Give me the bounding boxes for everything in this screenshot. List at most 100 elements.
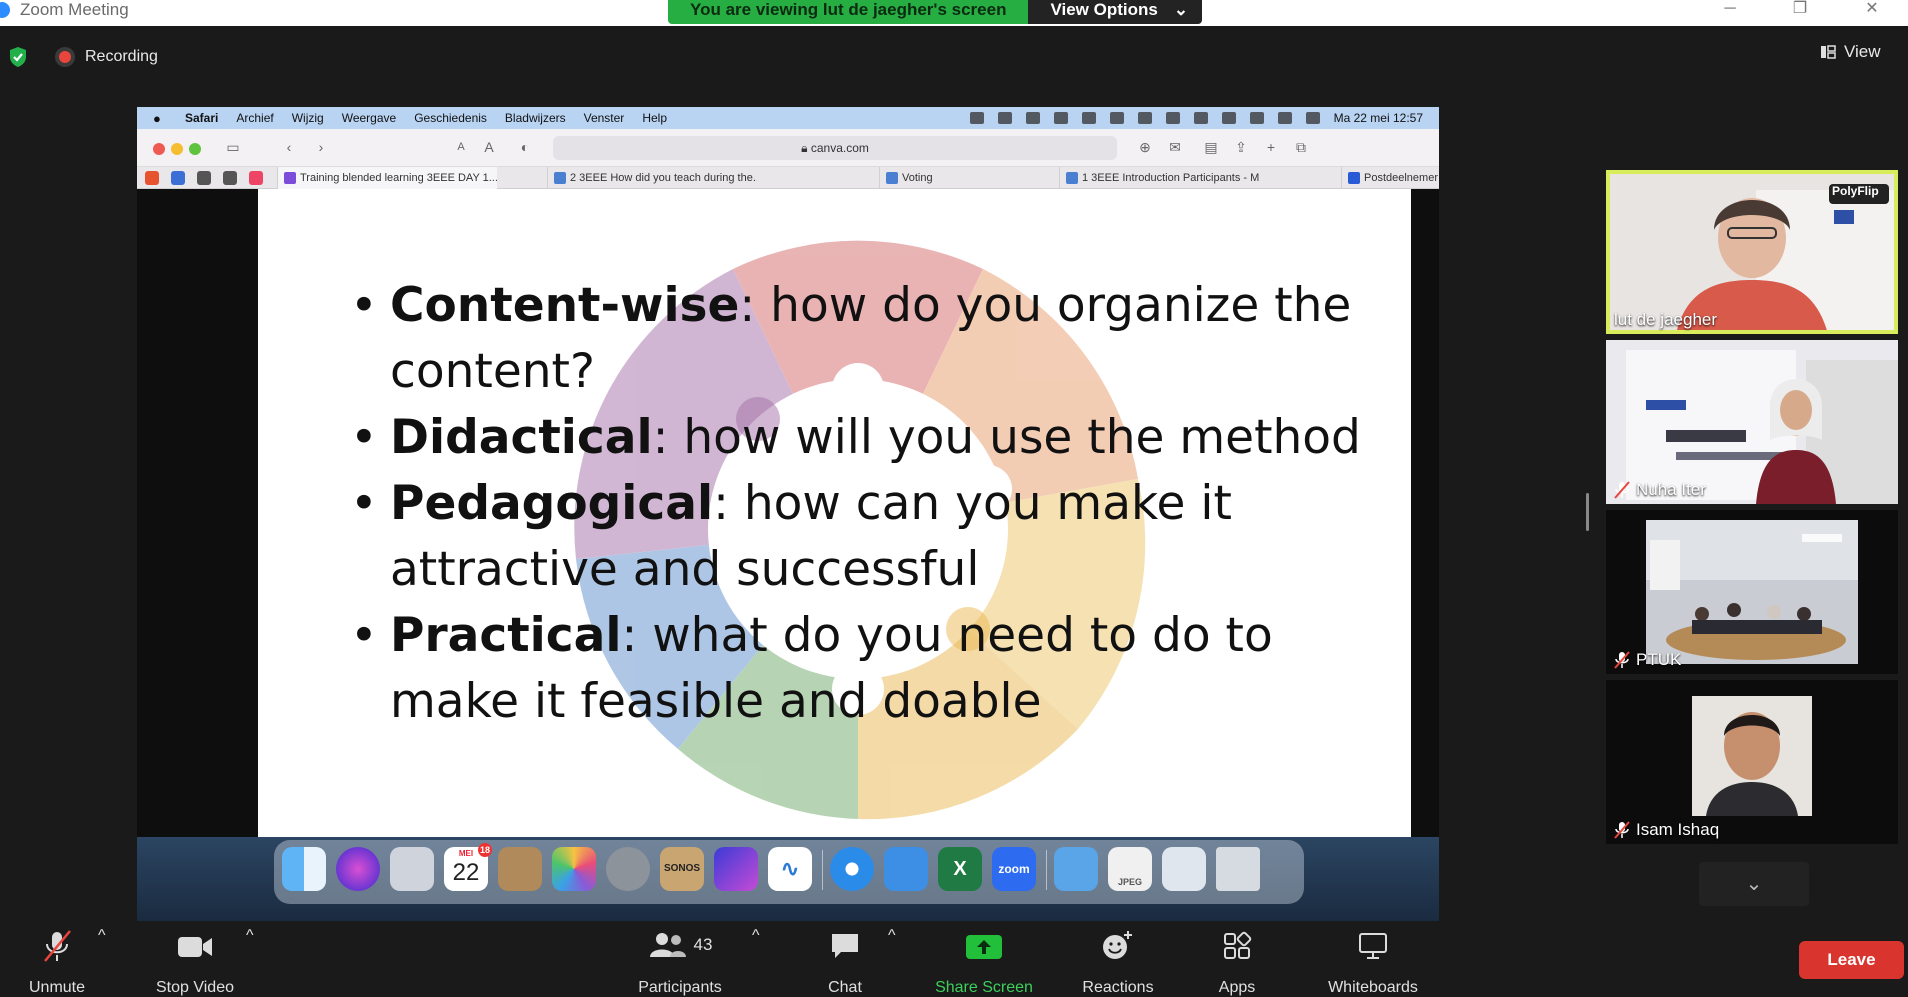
clock-icon [1221, 112, 1236, 124]
mentimeter-icon [1066, 172, 1078, 184]
participant-tile[interactable]: PolyFlip lut de jaegher [1606, 170, 1898, 334]
menu-archief: Archief [236, 111, 274, 125]
tray-icon [997, 112, 1012, 124]
chevron-down-icon: ⌄ [1745, 873, 1763, 895]
video-camera-icon [178, 937, 212, 957]
menu-geschiedenis: Geschiedenis [414, 111, 487, 125]
wifi-icon [1193, 112, 1208, 124]
share-icon: ⇪ [1235, 139, 1247, 155]
chat-button[interactable]: Chat [820, 927, 870, 996]
participant-tile[interactable]: Nuha Iter [1606, 340, 1898, 504]
meeting-controls: Unmute ^ Stop Video ^ 43 Participants ^ … [0, 921, 1908, 996]
tray-icon [1053, 112, 1068, 124]
participant-name: Nuha Iter [1614, 480, 1706, 500]
stop-video-button[interactable]: Stop Video [146, 927, 244, 996]
mac-desktop-dock-area: MEI 22 18 SONOS ∿ X zoom JPEG [137, 837, 1439, 921]
participants-options-caret[interactable]: ^ [752, 927, 760, 983]
tab-postdeelnemer: Postdeelnemer [1341, 167, 1439, 189]
meeting-topbar: Recording View [0, 26, 1908, 86]
dock-separator [1046, 850, 1047, 890]
bullet-text: : how will you use the method [652, 410, 1361, 465]
participant-name: Isam Ishaq [1614, 820, 1719, 840]
gallery-scroll-down-button[interactable]: ⌄ [1699, 862, 1809, 906]
safari-tab-bar: Training blended learning 3EEE DAY 1... … [137, 167, 1439, 189]
whiteboards-button[interactable]: Whiteboards [1322, 927, 1424, 996]
participant-name-text: PTUK [1636, 650, 1682, 669]
chat-options-caret[interactable]: ^ [888, 927, 896, 983]
apps-button[interactable]: Apps [1212, 927, 1262, 996]
mac-status-tray: Ma 22 mei 12:57 [969, 107, 1423, 129]
minimize-button[interactable]: ─ [1710, 0, 1750, 22]
contacts-icon [498, 847, 542, 891]
gallery-resize-handle[interactable] [1586, 493, 1589, 531]
mentimeter-icon [886, 172, 898, 184]
apps-label: Apps [1218, 979, 1256, 996]
favorite-icon [171, 171, 185, 185]
recording-indicator[interactable]: Recording [55, 47, 158, 67]
mail-icon: ✉ [1169, 139, 1181, 155]
reader-icon: ◐ [520, 139, 530, 155]
share-screen-icon [966, 935, 1002, 959]
audio-options-caret[interactable]: ^ [98, 927, 106, 983]
bullet-term: Practical [390, 608, 622, 663]
downloads-folder-icon [1054, 847, 1098, 891]
reactions-button[interactable]: Reactions [1078, 927, 1158, 996]
shortcuts-icon [714, 847, 758, 891]
chat-bubble-icon [832, 934, 858, 958]
bluetooth-icon [1137, 112, 1152, 124]
maximize-button[interactable]: ❐ [1780, 0, 1820, 22]
view-options-button[interactable]: View Options ⌄ [1028, 0, 1203, 24]
slide-bullet-list: Content-wise: how do you organize the co… [350, 273, 1390, 735]
tab-voting: Voting [879, 167, 959, 189]
sidebar-icon: ▭ [226, 139, 240, 155]
whiteboards-label: Whiteboards [1328, 979, 1418, 996]
participant-tile[interactable]: PTUK [1606, 510, 1898, 674]
bullet-term: Didactical [390, 410, 653, 465]
safari-minimize-icon [171, 143, 183, 155]
safari-zoom-icon [189, 143, 201, 155]
tray-icon [1081, 112, 1096, 124]
muted-mic-icon [1614, 651, 1630, 669]
tab-label: Postdeelnemer [1364, 172, 1438, 184]
unmute-button[interactable]: Unmute [22, 927, 92, 996]
video-options-caret[interactable]: ^ [246, 927, 254, 983]
participant-name: PTUK [1614, 650, 1681, 670]
mac-menubar: ● Safari Archief Wijzig Weergave Geschie… [137, 107, 1439, 129]
favorite-icon [223, 171, 237, 185]
safari-icon [830, 847, 874, 891]
view-layout-icon [1821, 45, 1836, 59]
menu-venster: Venster [583, 111, 625, 125]
url-bar: 🔒︎ canva.com [553, 136, 1117, 160]
mentimeter-icon [554, 172, 566, 184]
view-button[interactable]: View [1820, 42, 1881, 62]
participants-button[interactable]: 43 Participants [628, 927, 732, 996]
recording-label: Recording [85, 48, 158, 65]
unmute-label: Unmute [28, 979, 86, 996]
menu-wijzig: Wijzig [291, 111, 324, 125]
spotlight-icon [1249, 112, 1264, 124]
leave-button[interactable]: Leave [1799, 941, 1904, 979]
bullet-item: Practical: what do you need to do to mak… [350, 603, 1390, 735]
encryption-shield-icon[interactable] [8, 46, 28, 68]
new-tab-icon: + [1266, 139, 1276, 155]
muted-mic-icon [44, 930, 71, 962]
photos-icon [552, 847, 596, 891]
participants-count: 43 [693, 935, 713, 954]
shared-screen: ● Safari Archief Wijzig Weergave Geschie… [137, 107, 1439, 921]
bullet-term: Content-wise [390, 278, 740, 333]
tray-icon [969, 112, 984, 124]
muted-mic-icon [1614, 821, 1630, 839]
participant-tile[interactable]: Isam Ishaq [1606, 680, 1898, 844]
freeform-icon: ∿ [768, 847, 812, 891]
trash-icon [1216, 847, 1260, 891]
download-icon: ⊕ [1139, 139, 1151, 155]
tab-introduction-participants: 1 3EEE Introduction Participants - Me... [1059, 167, 1259, 189]
share-screen-button[interactable]: Share Screen [928, 927, 1040, 996]
canva-page: Content-wise: how do you organize the co… [137, 189, 1439, 837]
url-text: canva.com [810, 141, 869, 155]
excel-icon: X [938, 847, 982, 891]
zoom-tab-icon [1348, 172, 1360, 184]
text-smaller-icon: A [457, 141, 465, 153]
close-button[interactable]: ✕ [1852, 0, 1892, 22]
apps-icon [1224, 931, 1252, 959]
